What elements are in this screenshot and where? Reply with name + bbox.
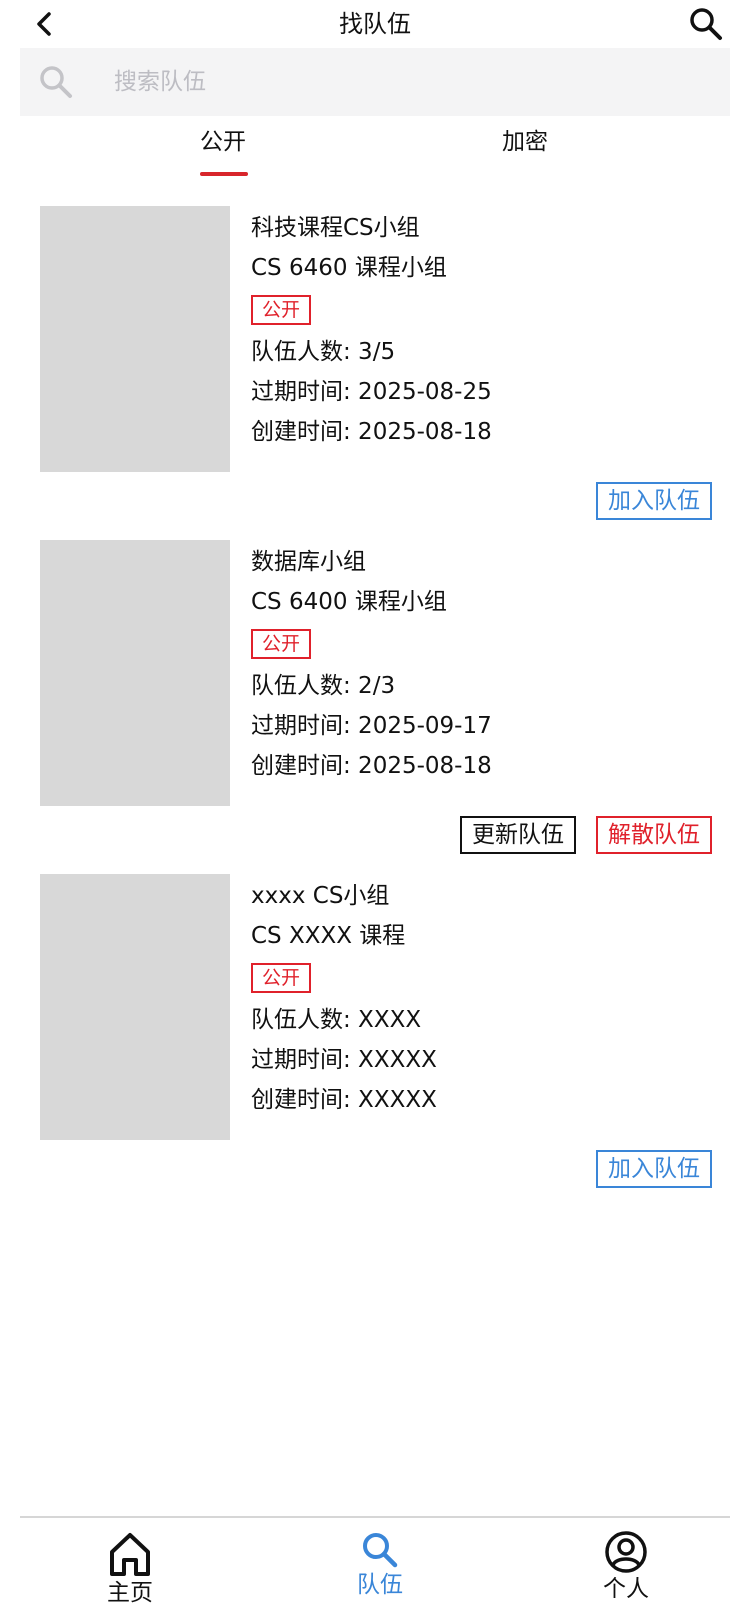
team-course: CS 6400 课程小组 — [251, 589, 447, 615]
search-icon — [363, 1533, 398, 1568]
team-image — [40, 540, 230, 806]
team-info: 数据库小组 CS 6400 课程小组 公开 队伍人数: 2/3 过期时间: 20… — [251, 542, 492, 786]
team-members: 队伍人数: 2/3 — [251, 673, 396, 699]
join-team-button[interactable]: 加入队伍 — [596, 482, 712, 520]
team-image — [40, 874, 230, 1140]
team-created: 创建时间: 2025-08-18 — [251, 419, 492, 445]
card-actions: 加入队伍 — [596, 482, 712, 520]
team-members: 队伍人数: XXXX — [251, 1007, 422, 1033]
status-badge: 公开 — [251, 629, 312, 659]
nav-item-me[interactable]: 个人 — [566, 1530, 686, 1604]
search-icon — [36, 62, 76, 102]
tab-public[interactable]: 公开 — [200, 126, 246, 158]
nav-label-team: 队伍 — [357, 1572, 403, 1598]
card-actions: 加入队伍 — [596, 1150, 712, 1188]
tab-bar: 公开 加密 — [0, 120, 750, 176]
team-info: xxxx CS小组 CS XXXX 课程 公开 队伍人数: XXXX 过期时间:… — [251, 876, 437, 1120]
search-button[interactable] — [684, 4, 728, 44]
team-image — [40, 206, 230, 472]
team-course: CS XXXX 课程 — [251, 923, 406, 949]
bottom-nav: 主页 队伍 个人 — [20, 1516, 730, 1624]
status-badge: 公开 — [251, 963, 312, 993]
team-expires: 过期时间: XXXXX — [251, 1047, 437, 1073]
nav-item-team[interactable]: 队伍 — [320, 1530, 440, 1600]
team-course: CS 6460 课程小组 — [251, 255, 447, 281]
team-created: 创建时间: XXXXX — [251, 1087, 437, 1113]
team-name: 科技课程CS小组 — [251, 215, 420, 241]
team-created: 创建时间: 2025-08-18 — [251, 753, 492, 779]
nav-label-home: 主页 — [107, 1580, 153, 1606]
top-bar: 找队伍 — [0, 0, 750, 48]
card-actions: 更新队伍 解散队伍 — [460, 816, 712, 854]
team-members: 队伍人数: 3/5 — [251, 339, 396, 365]
team-card: 科技课程CS小组 CS 6460 课程小组 公开 队伍人数: 3/5 过期时间:… — [40, 206, 712, 530]
page-title: 找队伍 — [339, 10, 411, 38]
active-tab-indicator — [200, 172, 248, 176]
user-icon — [605, 1531, 647, 1573]
nav-label-me: 个人 — [603, 1576, 649, 1602]
disband-team-button[interactable]: 解散队伍 — [596, 816, 712, 854]
team-card: 数据库小组 CS 6400 课程小组 公开 队伍人数: 2/3 过期时间: 20… — [40, 540, 712, 864]
tab-encrypted[interactable]: 加密 — [502, 126, 548, 158]
update-team-button[interactable]: 更新队伍 — [460, 816, 576, 854]
search-bar — [20, 48, 730, 116]
team-name: xxxx CS小组 — [251, 883, 390, 909]
team-info: 科技课程CS小组 CS 6460 课程小组 公开 队伍人数: 3/5 过期时间:… — [251, 208, 492, 452]
search-icon — [690, 8, 722, 40]
team-expires: 过期时间: 2025-09-17 — [251, 713, 492, 739]
team-name: 数据库小组 — [251, 549, 366, 575]
join-team-button[interactable]: 加入队伍 — [596, 1150, 712, 1188]
nav-item-home[interactable]: 主页 — [70, 1530, 190, 1608]
home-icon — [110, 1533, 150, 1576]
team-card: xxxx CS小组 CS XXXX 课程 公开 队伍人数: XXXX 过期时间:… — [40, 874, 712, 1198]
team-expires: 过期时间: 2025-08-25 — [251, 379, 492, 405]
status-badge: 公开 — [251, 295, 312, 325]
search-input[interactable] — [114, 69, 674, 95]
